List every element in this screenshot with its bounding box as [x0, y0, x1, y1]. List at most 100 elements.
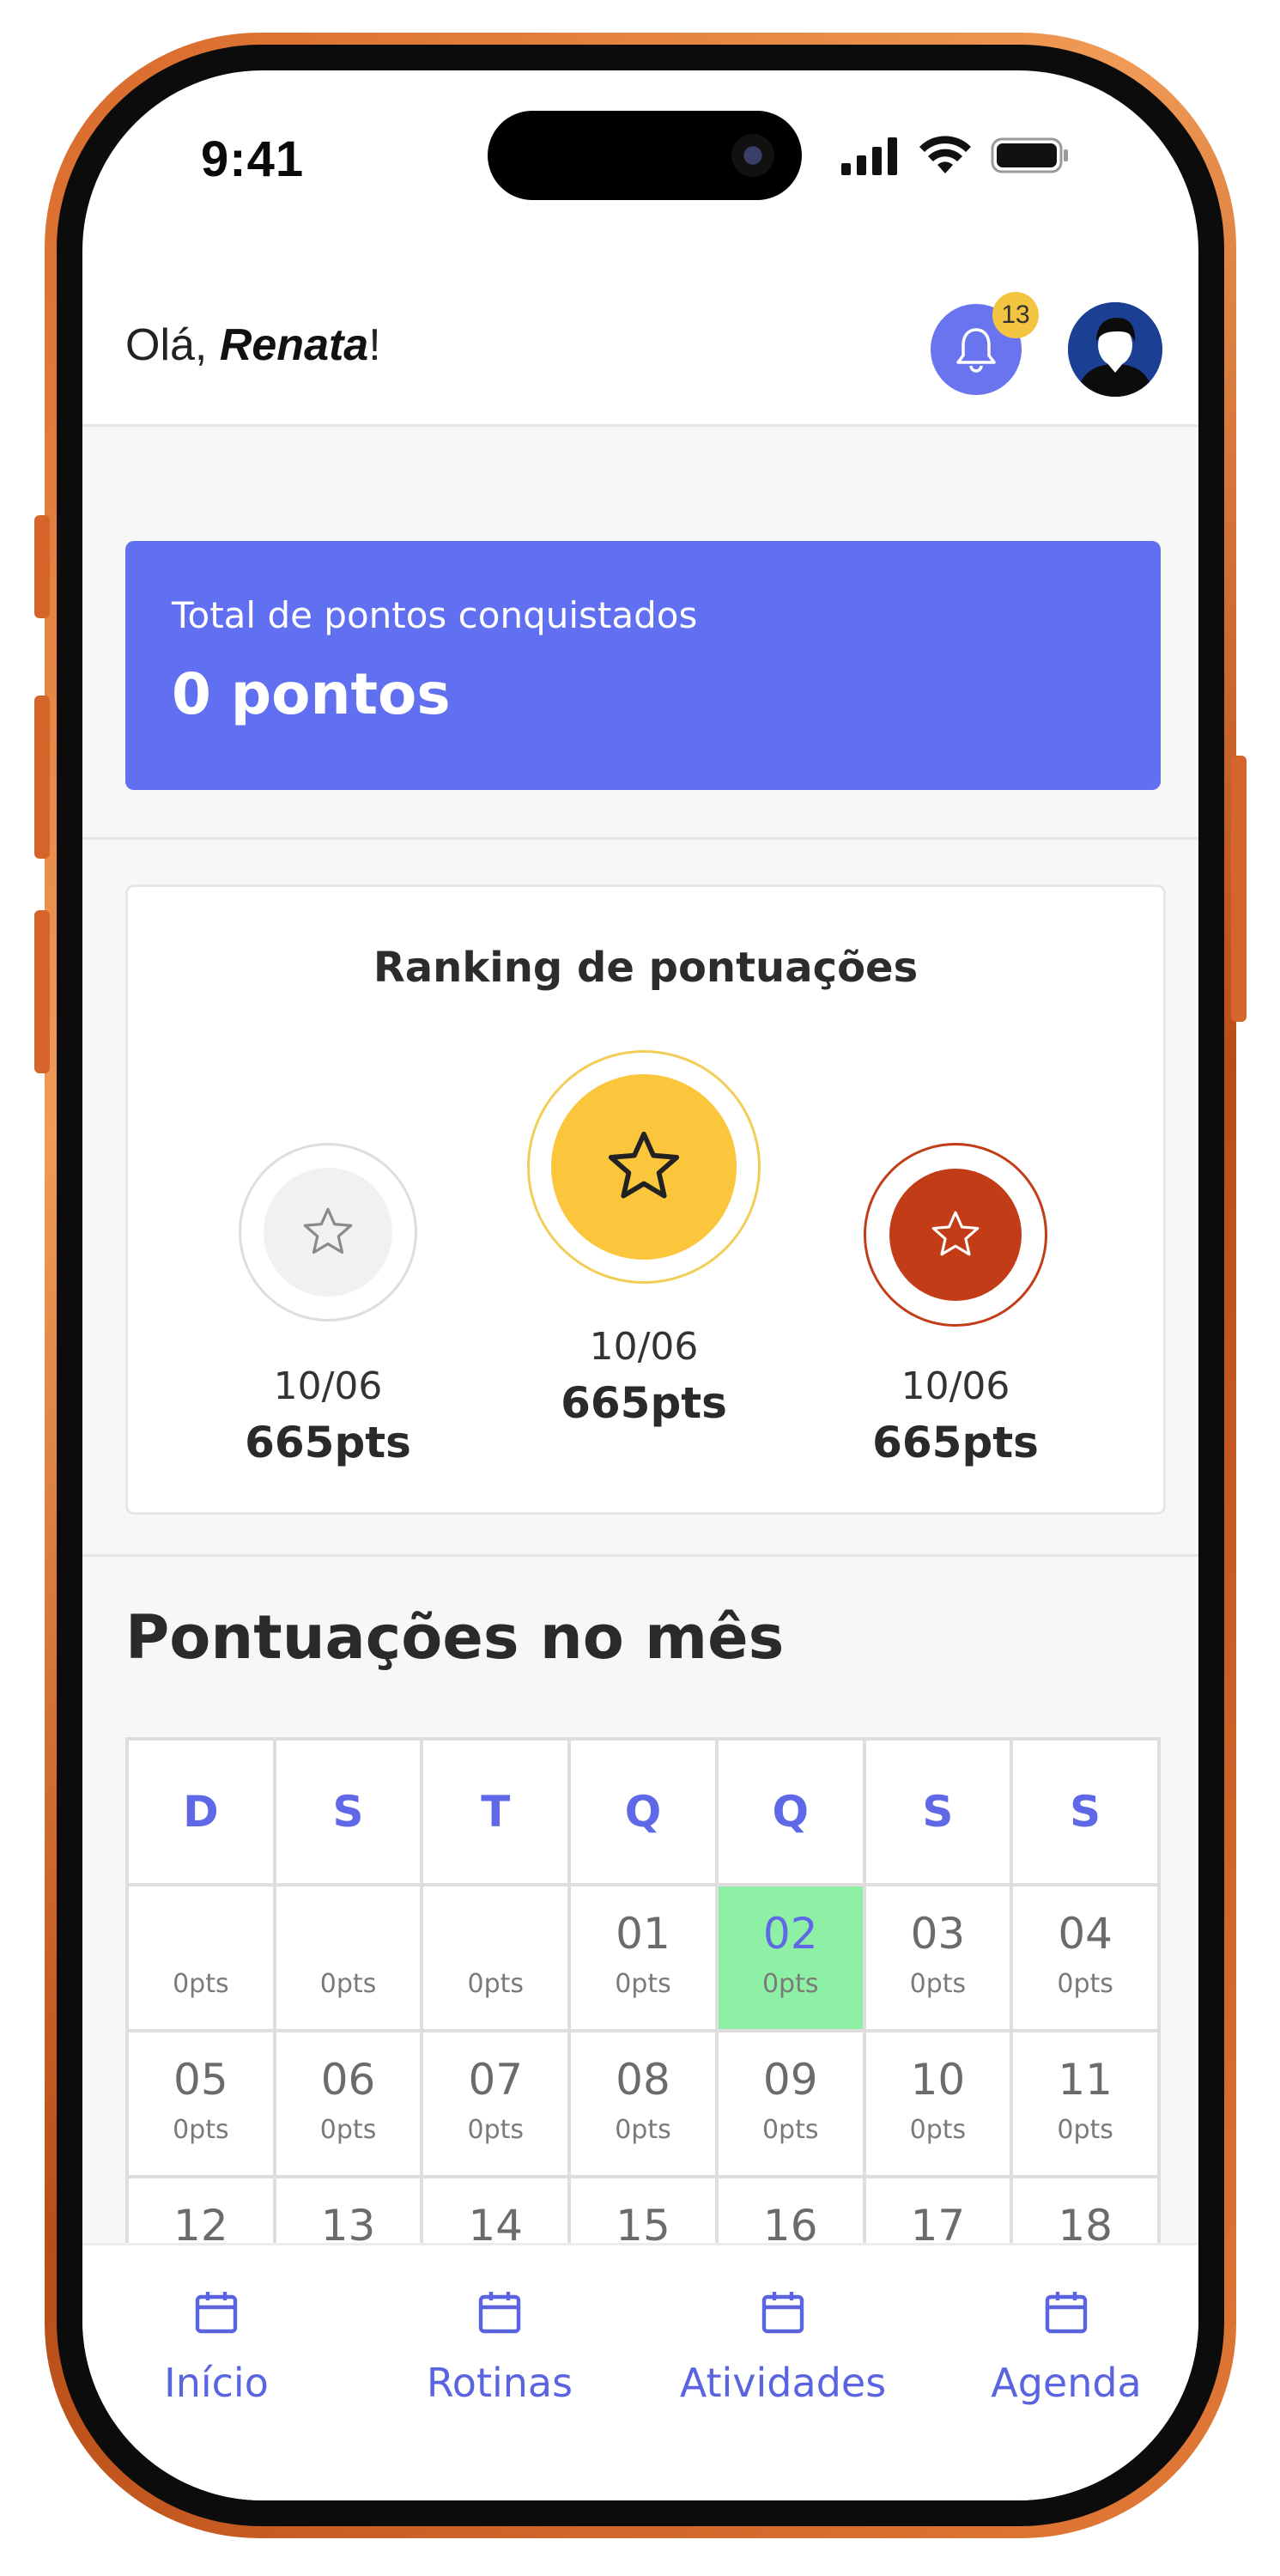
rank-points: 665pts [872, 1418, 1039, 1467]
calendar-day-number: 05 [173, 2055, 228, 2105]
nav-item-label: Início [164, 2360, 269, 2406]
calendar-day-points: 0pts [467, 1969, 525, 1999]
rank-points: 665pts [561, 1378, 727, 1428]
bottom-nav: Início Rotinas Atividades Agenda [82, 2243, 1198, 2500]
section-divider [82, 1554, 1198, 1557]
weekday-header: T [423, 1741, 572, 1886]
app-screen: 9:41 Olá, Renata! 13 Total de pontos con… [82, 70, 1198, 2500]
battery-icon [991, 137, 1068, 173]
calendar-day-number: 10 [910, 2055, 966, 2105]
avatar[interactable] [1068, 302, 1162, 397]
volume-up-button [34, 696, 50, 859]
rank-date: 10/06 [901, 1364, 1010, 1408]
calendar-day-points: 0pts [1057, 1969, 1113, 1999]
greeting: Olá, Renata! [125, 319, 381, 371]
calendar-day-points: 0pts [615, 1969, 671, 1999]
nav-item-label: Rotinas [426, 2360, 573, 2406]
calendar-day-cell[interactable]: 03 0pts [865, 1886, 1014, 2032]
calendar-icon [761, 2292, 804, 2334]
calendar-day-cell[interactable]: 0pts [129, 1886, 276, 2032]
ranking-card: Ranking de pontuações 10/06 665pts 10/06… [125, 884, 1166, 1515]
rank-date: 10/06 [273, 1364, 383, 1408]
volume-down-button [34, 910, 50, 1073]
calendar-day-points: 0pts [1057, 2115, 1113, 2145]
weekday-header: D [129, 1741, 276, 1886]
calendar-day-cell[interactable]: 01 0pts [571, 1886, 719, 2032]
points-card: Total de pontos conquistados 0 pontos [125, 541, 1161, 790]
calendar-day-number: 09 [762, 2055, 818, 2105]
calendar-day-number: 07 [468, 2055, 524, 2105]
calendar-day-number: 02 [762, 1909, 818, 1959]
nav-item-agenda[interactable]: Agenda [946, 2288, 1186, 2406]
weekday-header: S [1013, 1741, 1161, 1886]
calendar-day-cell[interactable]: 08 0pts [571, 2032, 719, 2178]
calendar-day-cell[interactable]: 05 0pts [129, 2032, 276, 2178]
notification-badge: 13 [992, 292, 1039, 338]
calendar-icon [478, 2292, 521, 2334]
weekday-header: S [865, 1741, 1014, 1886]
calendar-day-number: 11 [1058, 2055, 1113, 2105]
status-time: 9:41 [201, 131, 305, 187]
calendar-day-points: 0pts [761, 1969, 819, 1999]
nav-item-inicio[interactable]: Início [96, 2288, 337, 2406]
star-icon [303, 1207, 353, 1255]
calendar-day-cell[interactable]: 02 0pts [718, 1886, 866, 2032]
status-icons [841, 136, 1070, 175]
month-calendar: D S T Q Q S S 0pts 0pts 0pts 01 0pts 02 0pts 03… [125, 1737, 1161, 2324]
front-camera [731, 134, 774, 177]
calendar-day-points: 0pts [761, 2115, 819, 2145]
calendar-day-number: 03 [910, 1909, 966, 1959]
calendar-day-cell[interactable]: 0pts [423, 1886, 572, 2032]
calendar-day-cell[interactable]: 10 0pts [865, 2032, 1014, 2178]
calendar-day-points: 0pts [319, 2115, 377, 2145]
power-button [1231, 756, 1247, 1022]
user-avatar-icon [1068, 302, 1162, 397]
calendar-day-cell[interactable]: 11 0pts [1013, 2032, 1161, 2178]
rank-points: 665pts [245, 1418, 411, 1467]
star-icon [931, 1211, 980, 1256]
calendar-day-points: 0pts [615, 2115, 671, 2145]
calendar-day-number: 06 [320, 2055, 376, 2105]
calendar-icon [1045, 2292, 1088, 2334]
nav-item-label: Atividades [679, 2360, 887, 2406]
greeting-suffix: ! [368, 320, 381, 370]
calendar-day-number: 08 [616, 2055, 670, 2105]
signal-icon [841, 137, 897, 175]
calendar-day-points: 0pts [909, 1969, 967, 1999]
calendar-day-points: 0pts [173, 2115, 229, 2145]
bell-icon [956, 328, 996, 373]
action-button [34, 515, 50, 618]
calendar-day-cell[interactable]: 09 0pts [718, 2032, 866, 2178]
month-title: Pontuações no mês [125, 1602, 785, 1673]
calendar-day-cell[interactable]: 0pts [276, 1886, 424, 2032]
ranking-title: Ranking de pontuações [373, 944, 919, 992]
rank-date: 10/06 [589, 1325, 699, 1369]
points-label: Total de pontos conquistados [172, 594, 698, 636]
calendar-day-cell[interactable]: 04 0pts [1013, 1886, 1161, 2032]
user-name: Renata [219, 320, 369, 370]
nav-item-label: Agenda [991, 2360, 1142, 2406]
calendar-day-points: 0pts [909, 2115, 967, 2145]
calendar-day-points: 0pts [173, 1969, 229, 1999]
weekday-header: Q [718, 1741, 866, 1886]
calendar-day-number: 01 [616, 1909, 670, 1959]
calendar-icon [195, 2292, 238, 2334]
content-area: Total de pontos conquistados 0 pontos Ra… [82, 427, 1198, 2324]
weekday-header: S [276, 1741, 424, 1886]
calendar-day-points: 0pts [319, 1969, 377, 1999]
app-header: Olá, Renata! 13 [82, 261, 1198, 427]
wifi-icon [919, 136, 971, 173]
nav-item-atividades[interactable]: Atividades [663, 2288, 903, 2406]
section-divider [82, 837, 1198, 840]
weekday-header: Q [571, 1741, 719, 1886]
silver-medal [239, 1143, 417, 1321]
calendar-day-cell[interactable]: 07 0pts [423, 2032, 572, 2178]
nav-item-rotinas[interactable]: Rotinas [379, 2288, 620, 2406]
points-value: 0 pontos [172, 661, 451, 727]
greeting-prefix: Olá, [125, 320, 220, 370]
bronze-medal [864, 1143, 1047, 1327]
calendar-day-cell[interactable]: 06 0pts [276, 2032, 424, 2178]
calendar-day-number: 04 [1058, 1909, 1113, 1959]
star-icon [608, 1131, 680, 1199]
calendar-day-points: 0pts [467, 2115, 525, 2145]
